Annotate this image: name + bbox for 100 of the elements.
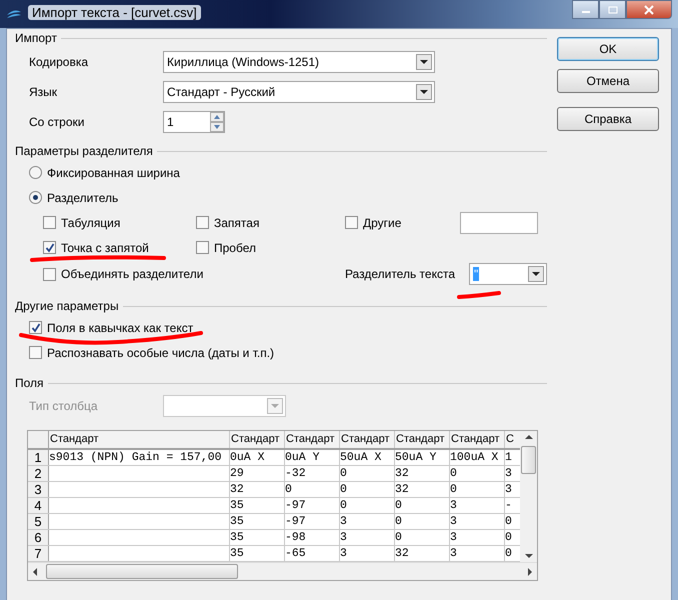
checkbox-option[interactable]: Табуляция: [43, 210, 120, 235]
scroll-up-icon[interactable]: [524, 434, 532, 440]
table-cell: 50uA X: [340, 450, 395, 465]
checkbox-option[interactable]: Объединять разделители: [43, 262, 204, 286]
dialog-button[interactable]: OK: [557, 37, 659, 61]
other-separator-field[interactable]: [460, 212, 538, 234]
close-button[interactable]: [626, 0, 672, 19]
scroll-right-icon[interactable]: [527, 568, 533, 576]
spin-arrows-icon: [210, 112, 224, 132]
table-cell: 0: [395, 514, 450, 529]
table-cell: s9013 (NPN) Gain = 157,00: [49, 450, 230, 465]
row-number: 3: [28, 482, 49, 497]
row-number: 6: [28, 530, 49, 545]
section-title: Импорт: [15, 31, 57, 45]
dropdown[interactable]: Стандарт - Русский: [163, 81, 435, 103]
table-cell: -97: [285, 498, 340, 513]
table-cell: -97: [285, 514, 340, 529]
field-label: Язык: [29, 85, 58, 99]
scrollbar-thumb[interactable]: [46, 564, 238, 579]
checkbox[interactable]: [43, 216, 56, 229]
table-cell: 3: [340, 546, 395, 561]
table-cell: 35: [230, 498, 285, 513]
radio-button[interactable]: [29, 191, 42, 204]
maximize-icon: [608, 6, 618, 14]
table-cell: 0: [340, 498, 395, 513]
row-number: 7: [28, 546, 49, 561]
column-header[interactable]: Стандарт: [450, 431, 505, 448]
table-cell: 3: [450, 514, 505, 529]
checkbox[interactable]: [345, 216, 358, 229]
table-cell: 0uA Y: [285, 450, 340, 465]
row-number: 2: [28, 466, 49, 481]
checkbox-option[interactable]: Запятая: [196, 210, 260, 235]
horizontal-scrollbar[interactable]: [28, 562, 537, 580]
dialog-button[interactable]: Отмена: [557, 69, 659, 93]
table-cell: 35: [230, 530, 285, 545]
column-header[interactable]: Стандарт: [340, 431, 395, 448]
table-cell: 32: [395, 482, 450, 497]
scroll-left-icon[interactable]: [32, 568, 38, 576]
section-title: Другие параметры: [15, 299, 119, 313]
radio-button[interactable]: [29, 166, 42, 179]
table-cell: 100uA X: [450, 450, 505, 465]
row-number: 4: [28, 498, 49, 513]
checkbox[interactable]: [29, 346, 42, 359]
field-label: Кодировка: [29, 55, 90, 69]
scrollbar-thumb[interactable]: [521, 446, 536, 474]
table-cell: 35: [230, 514, 285, 529]
hand-drawn-underline: [456, 290, 502, 300]
column-type-dropdown[interactable]: [163, 395, 286, 417]
column-header[interactable]: Стандарт: [395, 431, 450, 448]
checkbox-option[interactable]: Пробел: [196, 235, 256, 260]
scroll-down-icon[interactable]: [524, 553, 532, 559]
table-cell: 32: [230, 482, 285, 497]
table-cell: 0: [340, 466, 395, 481]
column-header[interactable]: Стандарт: [285, 431, 340, 448]
close-icon: [643, 4, 655, 14]
section-title: Поля: [15, 376, 44, 390]
maximize-button[interactable]: [599, 0, 626, 19]
dialog-button[interactable]: Справка: [557, 107, 659, 131]
row-number: 5: [28, 514, 49, 529]
table-cell: 0: [340, 482, 395, 497]
table-cell: -98: [285, 530, 340, 545]
row-number: 1: [28, 450, 49, 465]
table-cell: 0: [395, 498, 450, 513]
table-cell: 3: [450, 498, 505, 513]
spin-field[interactable]: 1: [163, 111, 225, 133]
column-header[interactable]: Стандарт: [230, 431, 285, 448]
table-cell: 0: [450, 466, 505, 481]
checkbox[interactable]: [196, 241, 209, 254]
vertical-scrollbar[interactable]: [520, 431, 537, 562]
table-cell: -32: [285, 466, 340, 481]
table-cell: 29: [230, 466, 285, 481]
table-cell: 0uA X: [230, 450, 285, 465]
table-cell: 50uA Y: [395, 450, 450, 465]
checkbox-option[interactable]: Распознавать особые числа (даты и т.п.): [29, 340, 274, 365]
minimize-button[interactable]: [572, 0, 599, 19]
section-title: Параметры разделителя: [15, 144, 153, 158]
table-cell: 0: [395, 530, 450, 545]
dropdown[interactable]: Кириллица (Windows-1251): [163, 51, 435, 73]
checkbox-option[interactable]: Другие: [345, 210, 402, 235]
checkbox-option[interactable]: Поля в кавычках как текст: [29, 315, 194, 340]
radio-option[interactable]: Разделитель: [15, 185, 118, 210]
field-label: Тип столбца: [29, 399, 99, 413]
table-cell: 0: [450, 482, 505, 497]
table-cell: 3: [450, 546, 505, 561]
field-label: Разделитель текста: [344, 267, 455, 281]
checkbox[interactable]: [43, 241, 56, 254]
table-cell: 3: [340, 530, 395, 545]
radio-option[interactable]: Фиксированная ширина: [15, 160, 180, 185]
checkbox[interactable]: [196, 216, 209, 229]
table-cell: -65: [285, 546, 340, 561]
table-cell: 3: [450, 530, 505, 545]
table-cell: 3: [340, 514, 395, 529]
table-cell: 32: [395, 466, 450, 481]
checkbox[interactable]: [29, 321, 42, 334]
table-cell: 0: [285, 482, 340, 497]
checkbox[interactable]: [43, 268, 56, 280]
column-header[interactable]: Стандарт: [49, 431, 230, 448]
checkbox-option[interactable]: Точка с запятой: [43, 235, 149, 260]
table-cell: 35: [230, 546, 285, 561]
table-cell: 32: [395, 546, 450, 561]
